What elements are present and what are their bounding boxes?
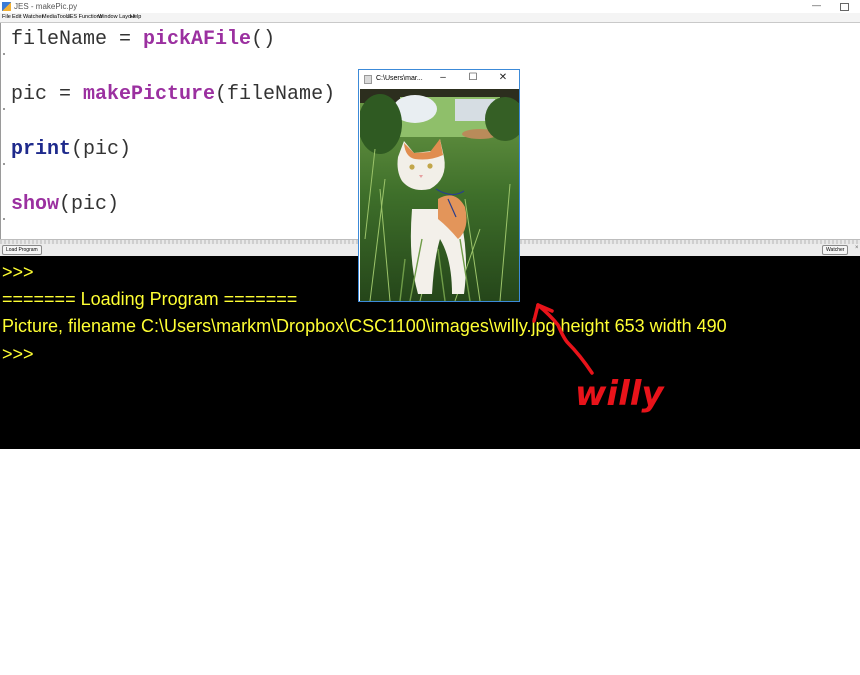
code-text: (pic)	[71, 138, 132, 161]
picture-window[interactable]: C:\Users\mar... – ☐ ✕	[358, 69, 520, 302]
maximize-button[interactable]	[840, 3, 849, 11]
code-keyword: pickAFile	[143, 28, 252, 51]
menu-edit[interactable]: Edit	[12, 14, 21, 21]
code-text: (pic)	[59, 193, 120, 216]
code-text: fileName =	[11, 28, 144, 51]
code-line: print(pic)	[11, 138, 131, 162]
willy-label: willy	[575, 374, 665, 414]
code-line: pic = makePicture(fileName)	[11, 83, 335, 107]
code-line: show(pic)	[11, 193, 119, 217]
arrow-icon	[536, 303, 594, 375]
maximize-icon[interactable]: ☐	[467, 72, 479, 84]
code-keyword: print	[11, 138, 72, 161]
window-title: JES - makePic.py	[14, 2, 78, 11]
line-marker	[3, 218, 5, 220]
line-marker	[3, 163, 5, 165]
picture-window-title: C:\Users\mar...	[376, 75, 423, 82]
code-line: fileName = pickAFile()	[11, 28, 275, 52]
line-marker	[3, 108, 5, 110]
code-text: (fileName)	[215, 83, 336, 106]
menu-file[interactable]: File	[2, 14, 11, 21]
jes-app-icon	[2, 2, 11, 11]
cat-photo	[360, 89, 519, 301]
close-icon[interactable]: ×	[855, 245, 859, 251]
minimize-button[interactable]: —	[812, 0, 821, 11]
console-prompt: >>>	[2, 262, 34, 282]
console-prompt: >>>	[2, 344, 34, 364]
menu-help[interactable]: Help	[130, 14, 141, 21]
watcher-button[interactable]: Watcher	[822, 245, 849, 255]
line-marker	[3, 53, 5, 55]
java-window-icon	[364, 75, 372, 84]
code-keyword: show	[11, 193, 60, 216]
load-program-button[interactable]: Load Program	[2, 245, 42, 255]
minimize-icon[interactable]: –	[437, 72, 449, 84]
code-text: ()	[251, 28, 276, 51]
code-keyword: makePicture	[83, 83, 216, 106]
code-text: pic =	[11, 83, 84, 106]
title-bar: JES - makePic.py —	[0, 0, 860, 13]
console-output-line: ======= Loading Program =======	[2, 289, 298, 309]
menu-watcher[interactable]: Watcher	[23, 14, 43, 21]
handwritten-annotation: willy	[532, 303, 665, 414]
menu-bar: File Edit Watcher MediaTools JES Functio…	[0, 13, 860, 23]
close-icon[interactable]: ✕	[497, 72, 509, 84]
menu-mediatools[interactable]: MediaTools	[42, 14, 70, 21]
